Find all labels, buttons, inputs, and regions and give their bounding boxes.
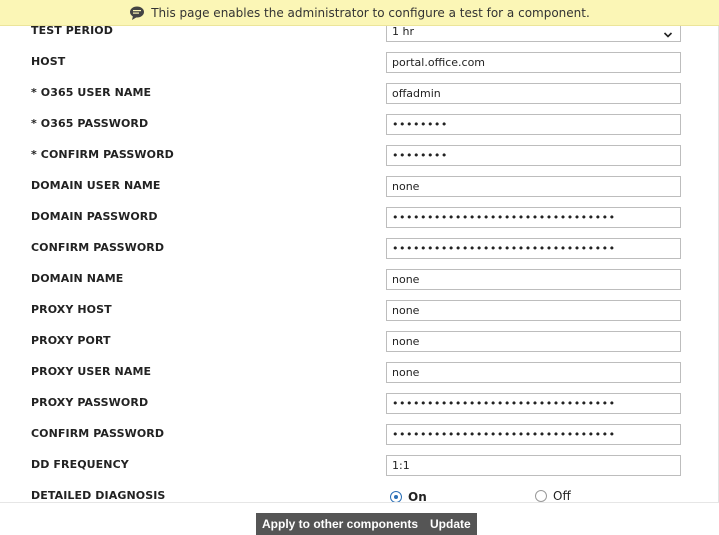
row-domain-password: DOMAIN PASSWORD ••••••••••••••••••••••••…	[0, 202, 718, 233]
row-confirm-password-1: * CONFIRM PASSWORD ••••••••	[0, 140, 718, 171]
info-banner: This page enables the administrator to c…	[0, 0, 719, 26]
radio-checked-icon	[390, 491, 402, 502]
banner-text: This page enables the administrator to c…	[151, 5, 590, 20]
row-domain-name: DOMAIN NAME none	[0, 264, 718, 295]
row-detailed-diagnosis: DETAILED DIAGNOSIS On Off	[0, 481, 718, 502]
domain-user-input[interactable]: none	[386, 176, 681, 197]
row-domain-user: DOMAIN USER NAME none	[0, 171, 718, 202]
confirm-password-label: CONFIRM PASSWORD	[31, 241, 165, 254]
o365-password-input[interactable]: ••••••••	[386, 114, 681, 135]
confirm-password-input[interactable]: ••••••••	[386, 145, 681, 166]
detailed-diagnosis-off-radio[interactable]: Off	[535, 489, 571, 502]
form-footer: Apply to other components Update	[0, 502, 719, 535]
detailed-diagnosis-on-radio[interactable]: On	[390, 490, 427, 502]
row-dd-frequency: DD FREQUENCY 1:1	[0, 450, 718, 481]
domain-user-label: DOMAIN USER NAME	[31, 179, 161, 192]
radio-unchecked-icon	[535, 490, 547, 502]
proxy-user-label: PROXY USER NAME	[31, 365, 152, 378]
host-label: HOST	[31, 55, 66, 68]
o365-user-input[interactable]: offadmin	[386, 83, 681, 104]
row-proxy-host: PROXY HOST none	[0, 295, 718, 326]
o365-password-label: * O365 PASSWORD	[31, 117, 149, 130]
row-proxy-password: PROXY PASSWORD •••••••••••••••••••••••••…	[0, 388, 718, 419]
proxy-port-label: PROXY PORT	[31, 334, 111, 347]
domain-password-label: DOMAIN PASSWORD	[31, 210, 158, 223]
domain-name-label: DOMAIN NAME	[31, 272, 124, 285]
row-confirm-password-2: CONFIRM PASSWORD •••••••••••••••••••••••…	[0, 233, 718, 264]
row-o365-password: * O365 PASSWORD ••••••••	[0, 109, 718, 140]
domain-name-input[interactable]: none	[386, 269, 681, 290]
radio-off-label: Off	[553, 489, 571, 502]
proxy-host-label: PROXY HOST	[31, 303, 112, 316]
row-proxy-user: PROXY USER NAME none	[0, 357, 718, 388]
dd-frequency-input[interactable]: 1:1	[386, 455, 681, 476]
confirm-password-input[interactable]: ••••••••••••••••••••••••••••••••	[386, 424, 681, 445]
proxy-host-input[interactable]: none	[386, 300, 681, 321]
row-confirm-password-3: CONFIRM PASSWORD •••••••••••••••••••••••…	[0, 419, 718, 450]
row-host: HOST portal.office.com	[0, 47, 718, 78]
domain-password-input[interactable]: ••••••••••••••••••••••••••••••••	[386, 207, 681, 228]
dd-frequency-label: DD FREQUENCY	[31, 458, 129, 471]
confirm-password-label: CONFIRM PASSWORD	[31, 427, 165, 440]
detailed-diagnosis-label: DETAILED DIAGNOSIS	[31, 489, 166, 502]
proxy-user-input[interactable]: none	[386, 362, 681, 383]
radio-on-label: On	[408, 490, 427, 502]
confirm-password-input[interactable]: ••••••••••••••••••••••••••••••••	[386, 238, 681, 259]
row-proxy-port: PROXY PORT none	[0, 326, 718, 357]
apply-to-other-components-button[interactable]: Apply to other components	[256, 513, 424, 535]
detailed-diagnosis-radio-group: On Off	[390, 489, 571, 502]
proxy-password-label: PROXY PASSWORD	[31, 396, 149, 409]
proxy-port-input[interactable]: none	[386, 331, 681, 352]
o365-user-label: * O365 USER NAME	[31, 86, 152, 99]
chat-bubble-icon	[129, 5, 145, 21]
test-config-form: TEST PERIOD 1 hr HOST portal.office.com …	[0, 16, 719, 502]
update-button[interactable]: Update	[424, 513, 477, 535]
host-input[interactable]: portal.office.com	[386, 52, 681, 73]
chevron-down-icon	[663, 27, 673, 38]
row-o365-user: * O365 USER NAME offadmin	[0, 78, 718, 109]
proxy-password-input[interactable]: ••••••••••••••••••••••••••••••••	[386, 393, 681, 414]
confirm-password-label: * CONFIRM PASSWORD	[31, 148, 174, 161]
